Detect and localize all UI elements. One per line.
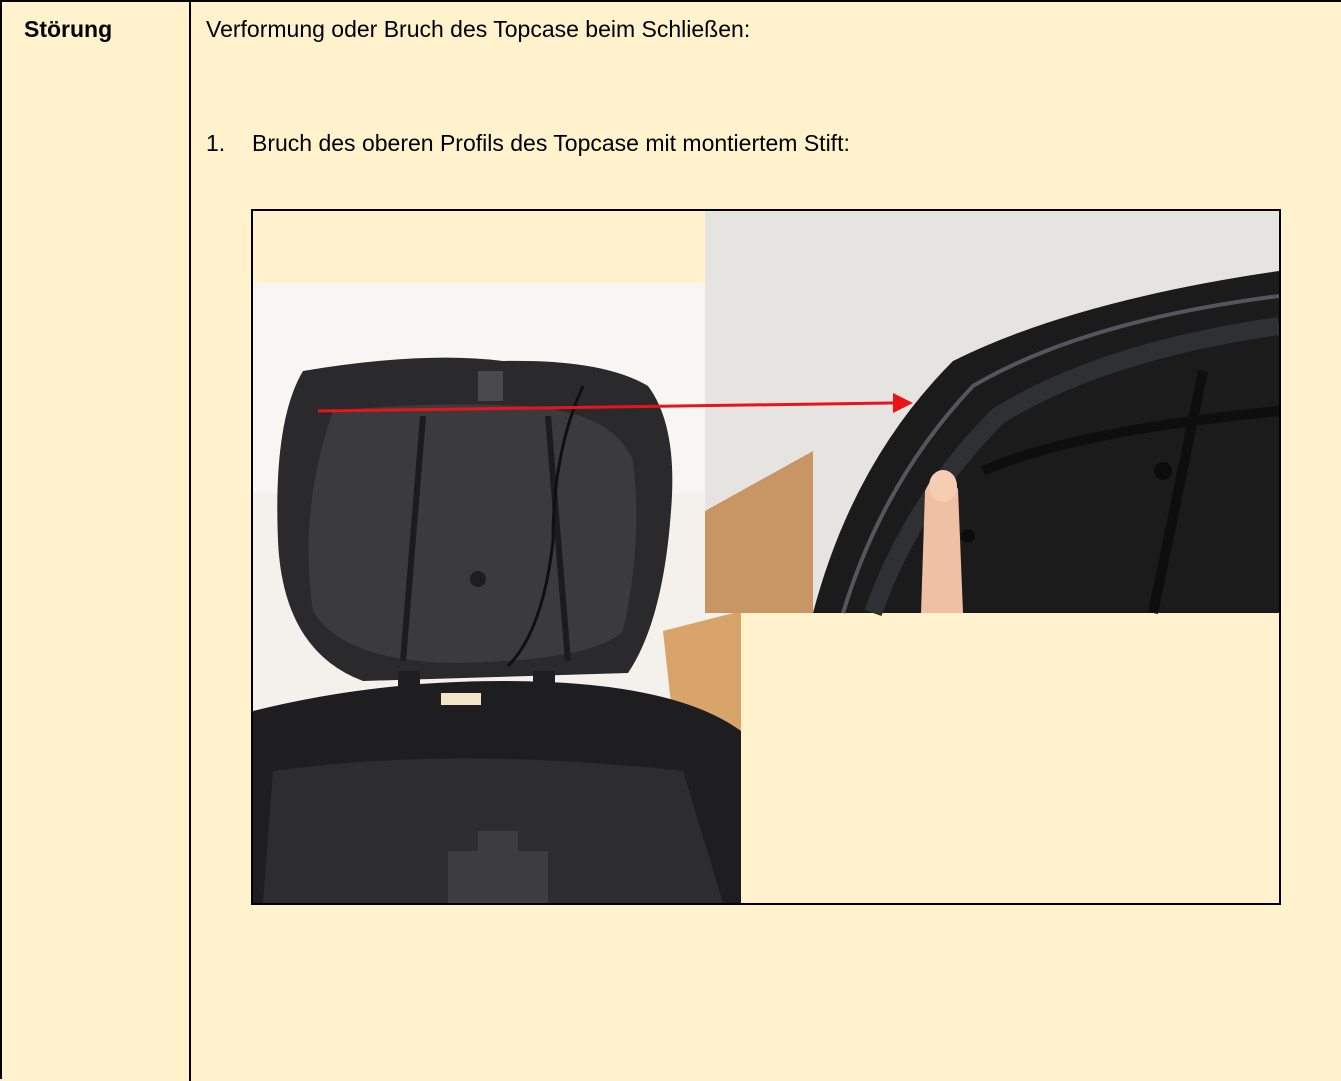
photo-figure xyxy=(251,209,1281,905)
list-item: 1. Bruch des oberen Profils des Topcase … xyxy=(206,130,850,157)
list-item-text: Bruch des oberen Profils des Topcase mit… xyxy=(252,130,850,156)
issue-heading: Verformung oder Bruch des Topcase beim S… xyxy=(206,16,751,42)
photo-detail-broken-profile xyxy=(705,211,1279,617)
document-table: Störung Verformung oder Bruch des Topcas… xyxy=(0,0,1341,1081)
list-item-number: 1. xyxy=(206,130,226,156)
row-label: Störung xyxy=(24,16,113,42)
photo-open-topcase xyxy=(253,283,741,903)
column-divider xyxy=(189,2,191,1081)
